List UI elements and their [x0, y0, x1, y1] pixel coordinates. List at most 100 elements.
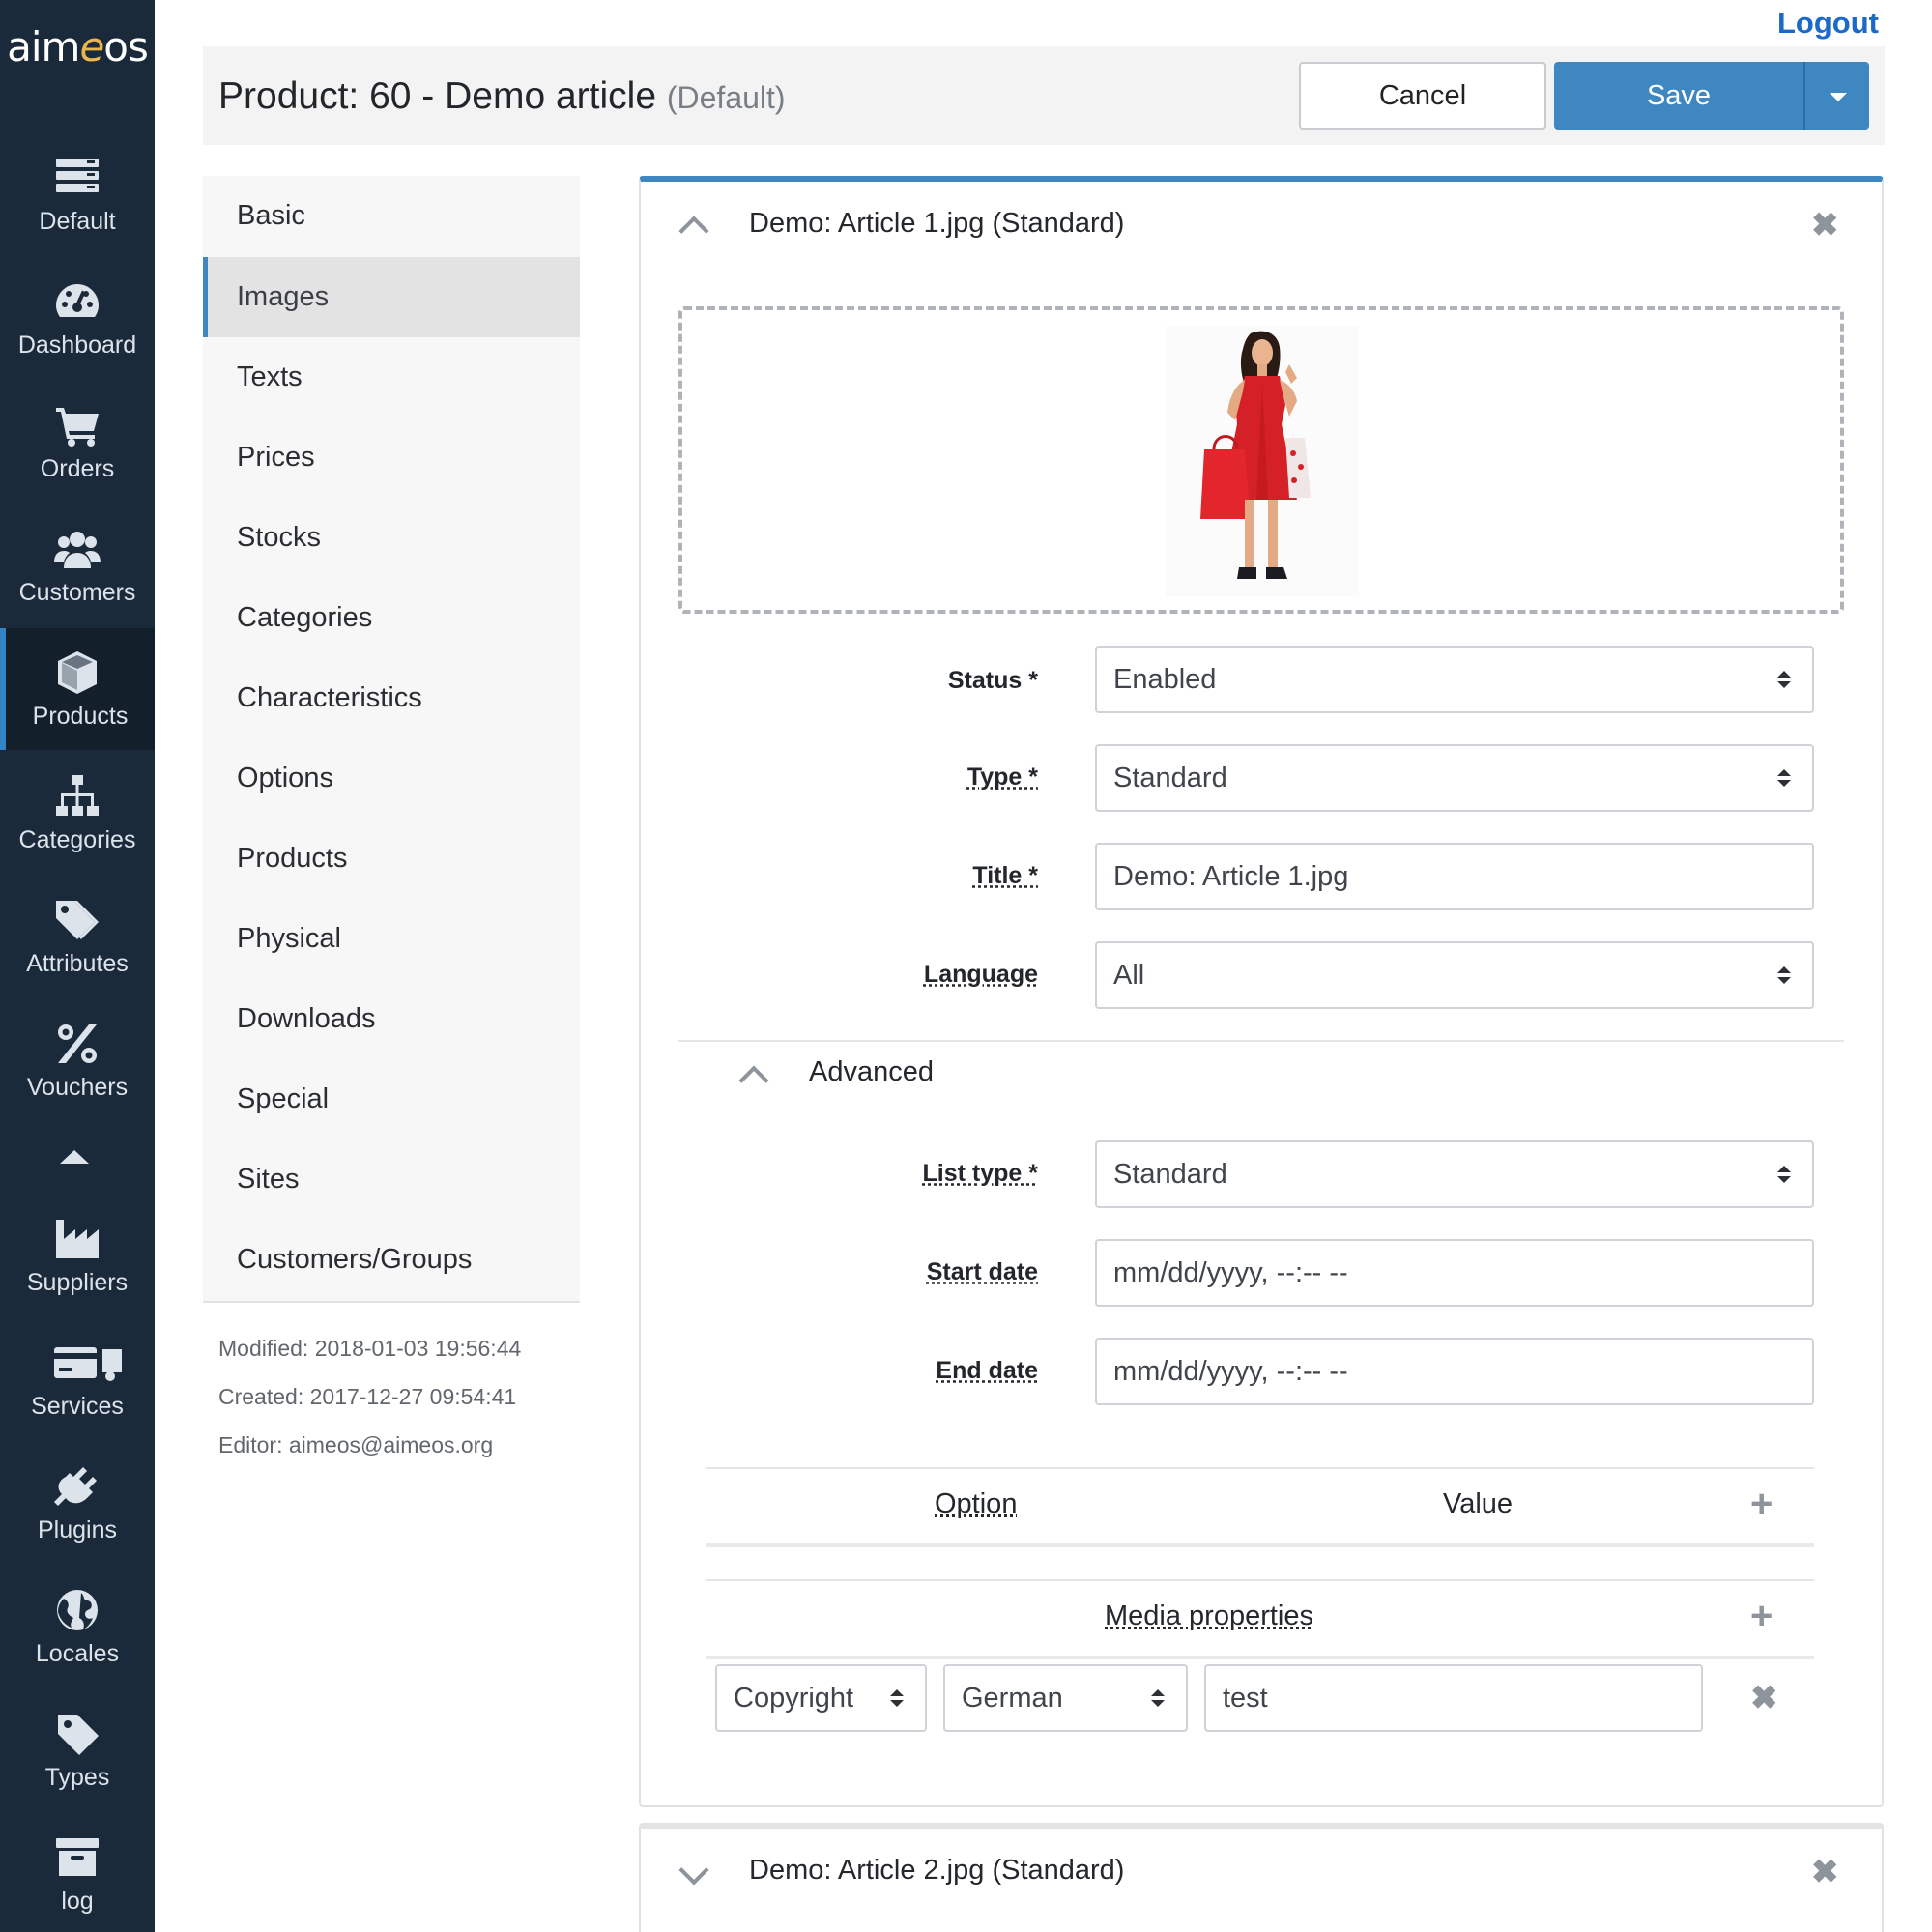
- nav-item-vouchers[interactable]: Vouchers: [0, 999, 155, 1121]
- nav-label: Categories: [18, 826, 136, 853]
- plug-icon: [54, 1467, 97, 1506]
- nav-label: Attributes: [26, 950, 129, 977]
- nav-label: Orders: [40, 455, 115, 482]
- end-date-label: End date: [936, 1357, 1038, 1384]
- nav-item-default[interactable]: Default: [0, 133, 155, 255]
- tab-special[interactable]: Special: [203, 1059, 580, 1139]
- status-select[interactable]: Enabled: [1095, 646, 1814, 713]
- nav-item-plugins[interactable]: Plugins: [0, 1442, 155, 1564]
- industry-icon: [56, 1220, 99, 1258]
- nav-item-suppliers[interactable]: Suppliers: [0, 1195, 155, 1316]
- divider: [706, 1656, 1814, 1659]
- nav-item-locales[interactable]: Locales: [0, 1566, 155, 1687]
- select-arrows-icon: [1777, 671, 1791, 690]
- editor-name: Editor: aimeos@aimeos.org: [218, 1432, 494, 1457]
- language-select[interactable]: All: [1095, 941, 1814, 1009]
- list-type-select[interactable]: Standard: [1095, 1140, 1814, 1208]
- type-select[interactable]: Standard: [1095, 744, 1814, 812]
- product-image-woman-red-dress: [1166, 326, 1359, 596]
- tab-prices[interactable]: Prices: [203, 418, 580, 498]
- tab-downloads[interactable]: Downloads: [203, 979, 580, 1059]
- sitemap-icon: [56, 775, 99, 816]
- divider: [706, 1543, 1814, 1547]
- tab-texts[interactable]: Texts: [203, 337, 580, 418]
- item-navigation-tabs: Basic Images Texts Prices Stocks Categor…: [203, 176, 580, 1303]
- value-column-header: Value: [1443, 1488, 1514, 1519]
- main-navigation: aimeos Default Dashboard Orders Customer…: [0, 0, 155, 1932]
- add-option-plus-icon[interactable]: +: [1750, 1485, 1773, 1523]
- select-arrows-icon: [890, 1689, 904, 1709]
- nav-label: Services: [31, 1393, 124, 1420]
- nav-item-types[interactable]: Types: [0, 1689, 155, 1811]
- aimeos-logo[interactable]: aimeos: [0, 23, 155, 71]
- tab-physical[interactable]: Physical: [203, 899, 580, 979]
- save-button[interactable]: Save: [1554, 62, 1803, 130]
- start-date-placeholder: mm/dd/yyyy, --:-- --: [1113, 1257, 1348, 1288]
- nav-label: Dashboard: [17, 332, 137, 359]
- page-title: Product: 60 - Demo article (Default): [218, 75, 786, 118]
- cart-icon: [56, 408, 99, 447]
- tab-stocks[interactable]: Stocks: [203, 498, 580, 578]
- property-language-value: German: [962, 1683, 1063, 1714]
- item-header: Product: 60 - Demo article (Default) Can…: [203, 46, 1885, 145]
- nav-item-products[interactable]: Products: [0, 628, 155, 750]
- nav-item-dashboard[interactable]: Dashboard: [0, 257, 155, 379]
- language-label: Language: [923, 961, 1038, 988]
- remove-item-icon[interactable]: ✖: [1811, 209, 1839, 242]
- card-truck-icon: [54, 1347, 122, 1381]
- save-options-dropdown-button[interactable]: [1803, 62, 1869, 130]
- type-label: Type *: [966, 764, 1038, 791]
- nav-item-attributes[interactable]: Attributes: [0, 876, 155, 997]
- image-item-title[interactable]: Demo: Article 2.jpg (Standard): [749, 1855, 1124, 1887]
- image-upload-dropzone[interactable]: [678, 306, 1844, 614]
- start-date-label: Start date: [926, 1258, 1038, 1285]
- nav-item-customers[interactable]: Customers: [0, 505, 155, 626]
- start-date-input[interactable]: mm/dd/yyyy, --:-- --: [1095, 1239, 1814, 1307]
- percent-icon: [58, 1024, 97, 1063]
- nav-item-categories[interactable]: Categories: [0, 752, 155, 874]
- property-language-select[interactable]: German: [943, 1664, 1188, 1732]
- nav-label: Products: [32, 703, 129, 730]
- title-label: Title *: [972, 862, 1038, 889]
- nav-item-orders[interactable]: Orders: [0, 381, 155, 503]
- list-type-select-value: Standard: [1113, 1159, 1227, 1190]
- tab-images[interactable]: Images: [203, 257, 580, 337]
- cube-icon: [58, 651, 97, 694]
- caret-down-icon: [1830, 93, 1847, 101]
- tag-icon: [58, 1715, 99, 1755]
- tab-customers-groups[interactable]: Customers/Groups: [203, 1220, 580, 1300]
- site-label: (Default): [666, 80, 786, 115]
- media-properties-header: Media properties: [1105, 1600, 1313, 1631]
- list-type-label: List type *: [922, 1160, 1038, 1187]
- tab-products[interactable]: Products: [203, 819, 580, 899]
- tab-categories[interactable]: Categories: [203, 578, 580, 658]
- property-value-input[interactable]: test: [1204, 1664, 1703, 1732]
- status-label: Status *: [947, 667, 1038, 694]
- tab-characteristics[interactable]: Characteristics: [203, 658, 580, 738]
- divider: [706, 1467, 1814, 1469]
- created-date: Created: 2017-12-27 09:54:41: [218, 1384, 517, 1409]
- logout-link[interactable]: Logout: [1777, 6, 1879, 41]
- select-arrows-icon: [1777, 966, 1791, 986]
- divider: [678, 1040, 1844, 1042]
- cancel-button[interactable]: Cancel: [1299, 62, 1546, 130]
- collapse-caret-icon[interactable]: [60, 1150, 89, 1164]
- tab-sites[interactable]: Sites: [203, 1139, 580, 1220]
- archive-icon: [56, 1838, 99, 1876]
- nav-label: Vouchers: [26, 1074, 129, 1101]
- nav-item-log[interactable]: log: [0, 1813, 155, 1932]
- title-input[interactable]: Demo: Article 1.jpg: [1095, 843, 1814, 910]
- tab-basic[interactable]: Basic: [203, 176, 580, 256]
- nav-item-services[interactable]: Services: [0, 1318, 155, 1440]
- advanced-section-toggle[interactable]: Advanced: [809, 1056, 934, 1088]
- property-value-text: test: [1223, 1683, 1268, 1714]
- add-media-property-plus-icon[interactable]: +: [1750, 1597, 1773, 1635]
- property-type-select[interactable]: Copyright: [715, 1664, 927, 1732]
- remove-item-icon[interactable]: ✖: [1811, 1856, 1839, 1889]
- tab-options[interactable]: Options: [203, 738, 580, 819]
- nav-label: Types: [44, 1764, 110, 1791]
- end-date-input[interactable]: mm/dd/yyyy, --:-- --: [1095, 1338, 1814, 1405]
- nav-label: Customers: [18, 579, 136, 606]
- image-item-title[interactable]: Demo: Article 1.jpg (Standard): [749, 208, 1124, 240]
- remove-property-icon[interactable]: ✖: [1750, 1682, 1778, 1715]
